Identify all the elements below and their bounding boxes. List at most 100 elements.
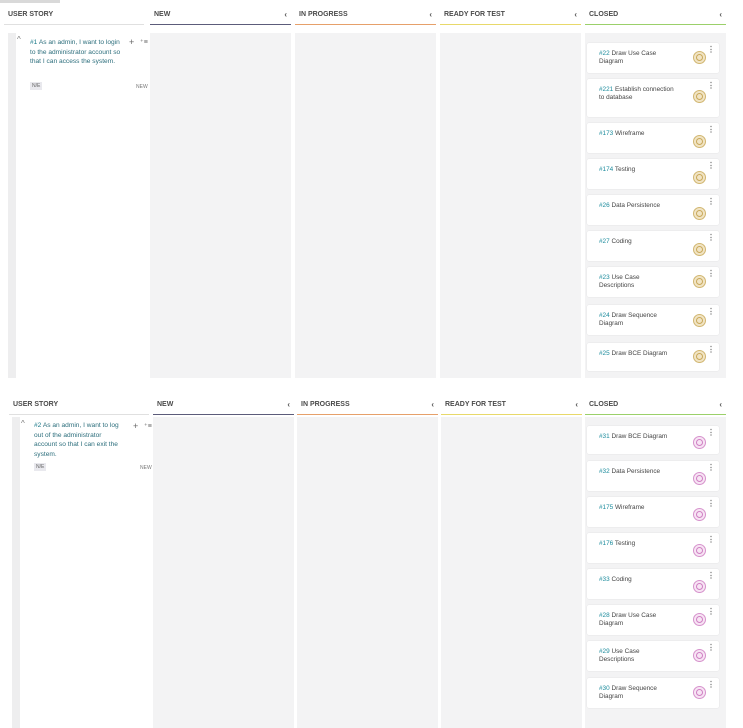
task-card[interactable]: #30 Draw Sequence Diagram ⋮ (587, 678, 719, 708)
assignee-avatar-icon[interactable] (693, 613, 706, 626)
more-options-icon[interactable]: ⋮ (707, 269, 715, 278)
status-label: NEW (140, 465, 152, 471)
task-title: #26 Data Persistence (599, 202, 661, 209)
task-title: #25 Draw BCE Diagram (599, 350, 668, 357)
column-title: READY FOR TEST (444, 11, 505, 18)
task-card[interactable]: #175 Wireframe ⋮ (587, 497, 719, 527)
assignee-avatar-icon[interactable] (693, 243, 706, 256)
chevron-left-icon[interactable]: ‹ (431, 400, 434, 409)
assignee-avatar-icon[interactable] (693, 472, 706, 485)
assignee-avatar-icon[interactable] (693, 544, 706, 557)
task-card[interactable]: #29 Use Case Descriptions ⋮ (587, 641, 719, 671)
status-label: NEW (136, 84, 148, 90)
user-story-cell: ^ #2 As an admin, I want to log out of t… (12, 417, 152, 728)
column-closed-body: #31 Draw BCE Diagram ⋮ #32 Data Persiste… (585, 417, 726, 728)
task-card[interactable]: #25 Draw BCE Diagram ⋮ (587, 343, 719, 371)
chevron-left-icon[interactable]: ‹ (575, 400, 578, 409)
add-task-icon[interactable]: + (129, 37, 134, 47)
more-options-icon[interactable]: ⋮ (707, 161, 715, 170)
column-title: USER STORY (8, 11, 54, 18)
more-options-icon[interactable]: ⋮ (707, 680, 715, 689)
assignee-avatar-icon[interactable] (693, 135, 706, 148)
add-task-icon[interactable]: + (133, 421, 138, 431)
task-title: #221 Establish connection to database (599, 86, 674, 101)
assignee-avatar-icon[interactable] (693, 90, 706, 103)
user-story-link[interactable]: #1 As an admin, I want to login to the a… (30, 38, 122, 67)
task-title: #173 Wireframe (599, 130, 645, 137)
assignee-avatar-icon[interactable] (693, 508, 706, 521)
column-header-ready-for-test: READY FOR TEST ‹ (440, 5, 581, 25)
more-options-icon[interactable]: ⋮ (707, 45, 715, 54)
chevron-left-icon[interactable]: ‹ (287, 400, 290, 409)
task-card[interactable]: #26 Data Persistence ⋮ (587, 195, 719, 225)
task-card[interactable]: #221 Establish connection to database ⋮ (587, 79, 719, 117)
column-header-new: NEW ‹ (153, 395, 294, 415)
task-title: #176 Testing (599, 540, 636, 547)
task-card[interactable]: #176 Testing ⋮ (587, 533, 719, 563)
assignee-avatar-icon[interactable] (693, 275, 706, 288)
more-options-icon[interactable]: ⋮ (707, 125, 715, 134)
more-options-icon[interactable]: ⋮ (707, 571, 715, 580)
chevron-left-icon[interactable]: ‹ (429, 10, 432, 19)
points-tag: N/E (30, 82, 43, 90)
assignee-avatar-icon[interactable] (693, 171, 706, 184)
column-header-ready-for-test: READY FOR TEST ‹ (441, 395, 582, 415)
column-in-progress-body (297, 417, 438, 728)
task-card[interactable]: #22 Draw Use Case Diagram ⋮ (587, 43, 719, 73)
task-title: #33 Coding (599, 576, 632, 583)
column-closed-body: #22 Draw Use Case Diagram ⋮ #221 Establi… (585, 33, 726, 378)
bulk-add-icon[interactable]: ⁺≡ (140, 38, 148, 46)
more-options-icon[interactable]: ⋮ (707, 345, 715, 354)
assignee-avatar-icon[interactable] (693, 580, 706, 593)
task-title: #30 Draw Sequence Diagram (599, 685, 657, 700)
more-options-icon[interactable]: ⋮ (707, 499, 715, 508)
more-options-icon[interactable]: ⋮ (707, 81, 715, 90)
bulk-add-icon[interactable]: ⁺≡ (144, 422, 152, 430)
column-title: IN PROGRESS (299, 11, 348, 18)
task-title: #23 Use Case Descriptions (599, 274, 640, 289)
chevron-left-icon[interactable]: ‹ (719, 10, 722, 19)
more-options-icon[interactable]: ⋮ (707, 233, 715, 242)
user-story-link[interactable]: #2 As an admin, I want to log out of the… (34, 421, 126, 459)
more-options-icon[interactable]: ⋮ (707, 535, 715, 544)
more-options-icon[interactable]: ⋮ (707, 607, 715, 616)
task-card[interactable]: #31 Draw BCE Diagram ⋮ (587, 426, 719, 454)
task-card[interactable]: #28 Draw Use Case Diagram ⋮ (587, 605, 719, 635)
assignee-avatar-icon[interactable] (693, 51, 706, 64)
assignee-avatar-icon[interactable] (693, 686, 706, 699)
task-card[interactable]: #23 Use Case Descriptions ⋮ (587, 267, 719, 297)
assignee-avatar-icon[interactable] (693, 207, 706, 220)
task-title: #27 Coding (599, 238, 632, 245)
assignee-avatar-icon[interactable] (693, 436, 706, 449)
task-title: #24 Draw Sequence Diagram (599, 312, 657, 327)
chevron-left-icon[interactable]: ‹ (574, 10, 577, 19)
task-title: #31 Draw BCE Diagram (599, 433, 668, 440)
task-title: #22 Draw Use Case Diagram (599, 50, 657, 65)
chevron-left-icon[interactable]: ‹ (284, 10, 287, 19)
points-tag: N/E (34, 463, 47, 471)
more-options-icon[interactable]: ⋮ (707, 643, 715, 652)
assignee-avatar-icon[interactable] (693, 649, 706, 662)
task-card[interactable]: #32 Data Persistence ⋮ (587, 461, 719, 491)
collapse-caret-icon[interactable]: ^ (21, 419, 25, 428)
task-card[interactable]: #24 Draw Sequence Diagram ⋮ (587, 305, 719, 335)
assignee-avatar-icon[interactable] (693, 314, 706, 327)
collapse-caret-icon[interactable]: ^ (17, 35, 21, 44)
more-options-icon[interactable]: ⋮ (707, 307, 715, 316)
task-title: #28 Draw Use Case Diagram (599, 612, 657, 627)
task-card[interactable]: #33 Coding ⋮ (587, 569, 719, 599)
task-card[interactable]: #174 Testing ⋮ (587, 159, 719, 189)
task-card[interactable]: #173 Wireframe ⋮ (587, 123, 719, 153)
chevron-left-icon[interactable]: ‹ (719, 400, 722, 409)
more-options-icon[interactable]: ⋮ (707, 463, 715, 472)
more-options-icon[interactable]: ⋮ (707, 197, 715, 206)
swimlane-2: USER STORY NEW ‹ IN PROGRESS ‹ READY FOR… (0, 390, 743, 728)
column-title: NEW (157, 401, 174, 408)
column-title: IN PROGRESS (301, 401, 350, 408)
assignee-avatar-icon[interactable] (693, 350, 706, 363)
task-card[interactable]: #27 Coding ⋮ (587, 231, 719, 261)
task-title: #174 Testing (599, 166, 636, 173)
more-options-icon[interactable]: ⋮ (707, 428, 715, 437)
column-title: CLOSED (589, 401, 619, 408)
column-in-progress-body (295, 33, 436, 378)
